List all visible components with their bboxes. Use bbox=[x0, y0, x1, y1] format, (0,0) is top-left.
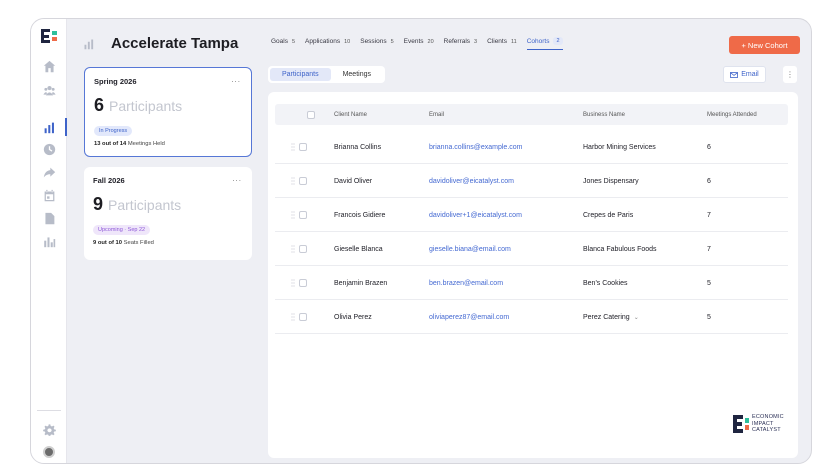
client-name: David Oliver bbox=[334, 177, 373, 185]
participant-count: 6 Participants bbox=[94, 95, 183, 115]
cohort-name: Spring 2026 bbox=[94, 77, 137, 86]
page-header: Accelerate Tampa bbox=[83, 35, 238, 52]
participants-table: Client Name Email Business Name Meetings… bbox=[268, 92, 798, 458]
row-checkbox[interactable] bbox=[299, 313, 307, 321]
client-name: Benjamin Brazen bbox=[334, 279, 388, 287]
app-window: Accelerate Tampa Goals 5 Applications 10 S… bbox=[30, 18, 812, 464]
client-name: Brianna Collins bbox=[334, 143, 382, 151]
chevron-down-icon: ⌄ bbox=[633, 314, 639, 321]
participant-count: 9 Participants bbox=[93, 194, 182, 214]
view-toggle: Participants Meetings bbox=[268, 66, 385, 83]
share-arrow-icon[interactable] bbox=[40, 163, 58, 181]
cohort-card-fall-2026[interactable]: Fall 2026 ... 9 Participants Upcoming · … bbox=[84, 167, 252, 260]
settings-gear-icon[interactable] bbox=[40, 421, 58, 439]
drag-handle-icon[interactable] bbox=[291, 313, 295, 321]
new-cohort-button[interactable]: + New Cohort bbox=[729, 36, 800, 54]
row-checkbox[interactable] bbox=[299, 279, 307, 287]
tab-goals[interactable]: Goals 5 bbox=[271, 37, 295, 50]
table-row[interactable]: Brianna Collins brianna.collins@example.… bbox=[275, 130, 788, 164]
client-name: Olivia Perez bbox=[334, 313, 372, 321]
drag-handle-icon[interactable] bbox=[291, 245, 295, 253]
tab-cohorts[interactable]: Cohorts 2 bbox=[526, 37, 563, 50]
cohort-card-spring-2026[interactable]: Spring 2026 ... 6 Participants In Progre… bbox=[84, 67, 252, 157]
tab-clients[interactable]: Clients 11 bbox=[487, 37, 517, 50]
reports-icon[interactable] bbox=[40, 232, 58, 250]
tab-events[interactable]: Events 20 bbox=[404, 37, 434, 50]
cohort-menu-button[interactable]: ... bbox=[231, 75, 241, 84]
document-icon[interactable] bbox=[40, 209, 58, 227]
meetings-attended: 6 bbox=[707, 143, 711, 151]
table-row[interactable]: David Oliver davidoliver@eicatalyst.com … bbox=[275, 164, 788, 198]
subtab-participants[interactable]: Participants bbox=[270, 68, 331, 81]
section-tabs: Goals 5 Applications 10 Sessions 5 Events 20… bbox=[271, 37, 573, 50]
cohort-meta: 9 out of 10 Seats Filled bbox=[93, 240, 154, 246]
email-button[interactable]: Email bbox=[723, 66, 766, 83]
app-logo-icon[interactable] bbox=[41, 29, 57, 43]
table-header: Client Name Email Business Name Meetings… bbox=[275, 104, 788, 125]
eic-logo-icon bbox=[733, 414, 749, 433]
tab-sessions[interactable]: Sessions 5 bbox=[360, 37, 393, 50]
drag-handle-icon[interactable] bbox=[291, 177, 295, 185]
calendar-icon[interactable] bbox=[40, 186, 58, 204]
meetings-attended: 7 bbox=[707, 245, 711, 253]
cohort-name: Fall 2026 bbox=[93, 176, 125, 185]
active-nav-indicator bbox=[65, 118, 67, 136]
business-name-select[interactable]: Perez Catering ⌄ bbox=[583, 300, 639, 334]
tab-referrals[interactable]: Referrals 3 bbox=[444, 37, 477, 50]
sidebar-divider bbox=[37, 410, 61, 411]
client-email-link[interactable]: gieselle.biana@email.com bbox=[429, 232, 511, 266]
brand-logo: ECONOMIC IMPACT CATALYST bbox=[733, 414, 784, 434]
analytics-header-icon bbox=[84, 39, 94, 49]
sidebar bbox=[31, 19, 67, 463]
column-header-meetings-attended[interactable]: Meetings Attended bbox=[707, 104, 757, 125]
business-name: Blanca Fabulous Foods bbox=[583, 245, 657, 253]
business-name: Jones Dispensary bbox=[583, 177, 639, 185]
page-title: Accelerate Tampa bbox=[111, 35, 239, 52]
row-checkbox[interactable] bbox=[299, 245, 307, 253]
meetings-attended: 5 bbox=[707, 279, 711, 287]
client-name: Francois Gidiere bbox=[334, 211, 386, 219]
meetings-attended: 5 bbox=[707, 313, 711, 321]
users-icon[interactable] bbox=[40, 81, 58, 99]
home-icon[interactable] bbox=[40, 57, 58, 75]
user-avatar[interactable] bbox=[43, 446, 55, 458]
status-badge: Upcoming · Sep 22 bbox=[93, 225, 151, 235]
column-header-client-name[interactable]: Client Name bbox=[334, 104, 367, 125]
analytics-icon[interactable] bbox=[40, 118, 58, 136]
table-row[interactable]: Benjamin Brazen ben.brazen@email.com Ben… bbox=[275, 266, 788, 300]
client-email-link[interactable]: davidoliver@eicatalyst.com bbox=[429, 164, 514, 198]
client-name: Gieselle Blanca bbox=[334, 245, 383, 253]
client-email-link[interactable]: oliviaperez87@email.com bbox=[429, 300, 509, 334]
client-email-link[interactable]: brianna.collins@example.com bbox=[429, 130, 522, 164]
more-options-button[interactable]: ⋮ bbox=[783, 66, 797, 83]
drag-handle-icon[interactable] bbox=[291, 279, 295, 287]
cohort-meta: 13 out of 14 Meetings Held bbox=[94, 141, 165, 147]
column-header-business-name[interactable]: Business Name bbox=[583, 104, 625, 125]
client-email-link[interactable]: davidoliver+1@eicatalyst.com bbox=[429, 198, 522, 232]
drag-handle-icon[interactable] bbox=[291, 143, 295, 151]
mail-icon bbox=[730, 71, 739, 78]
business-name: Ben's Cookies bbox=[583, 279, 628, 287]
brand-wordmark: ECONOMIC IMPACT CATALYST bbox=[752, 414, 784, 433]
client-email-link[interactable]: ben.brazen@email.com bbox=[429, 266, 503, 300]
row-checkbox[interactable] bbox=[299, 211, 307, 219]
row-checkbox[interactable] bbox=[299, 143, 307, 151]
row-checkbox[interactable] bbox=[299, 177, 307, 185]
business-name: Crepes de Paris bbox=[583, 211, 634, 219]
clock-icon[interactable] bbox=[40, 140, 58, 158]
tab-applications[interactable]: Applications 10 bbox=[305, 37, 350, 50]
table-row[interactable]: Olivia Perez oliviaperez87@email.com Per… bbox=[275, 300, 788, 334]
subtab-meetings[interactable]: Meetings bbox=[331, 68, 383, 81]
table-row[interactable]: Francois Gidiere davidoliver+1@eicatalys… bbox=[275, 198, 788, 232]
select-all-checkbox[interactable] bbox=[307, 110, 315, 119]
meetings-attended: 6 bbox=[707, 177, 711, 185]
table-row[interactable]: Gieselle Blanca gieselle.biana@email.com… bbox=[275, 232, 788, 266]
meetings-attended: 7 bbox=[707, 211, 711, 219]
column-header-email[interactable]: Email bbox=[429, 104, 444, 125]
business-name: Harbor Mining Services bbox=[583, 143, 656, 151]
cohort-menu-button[interactable]: ... bbox=[232, 174, 242, 183]
drag-handle-icon[interactable] bbox=[291, 211, 295, 219]
status-badge: In Progress bbox=[94, 126, 133, 136]
